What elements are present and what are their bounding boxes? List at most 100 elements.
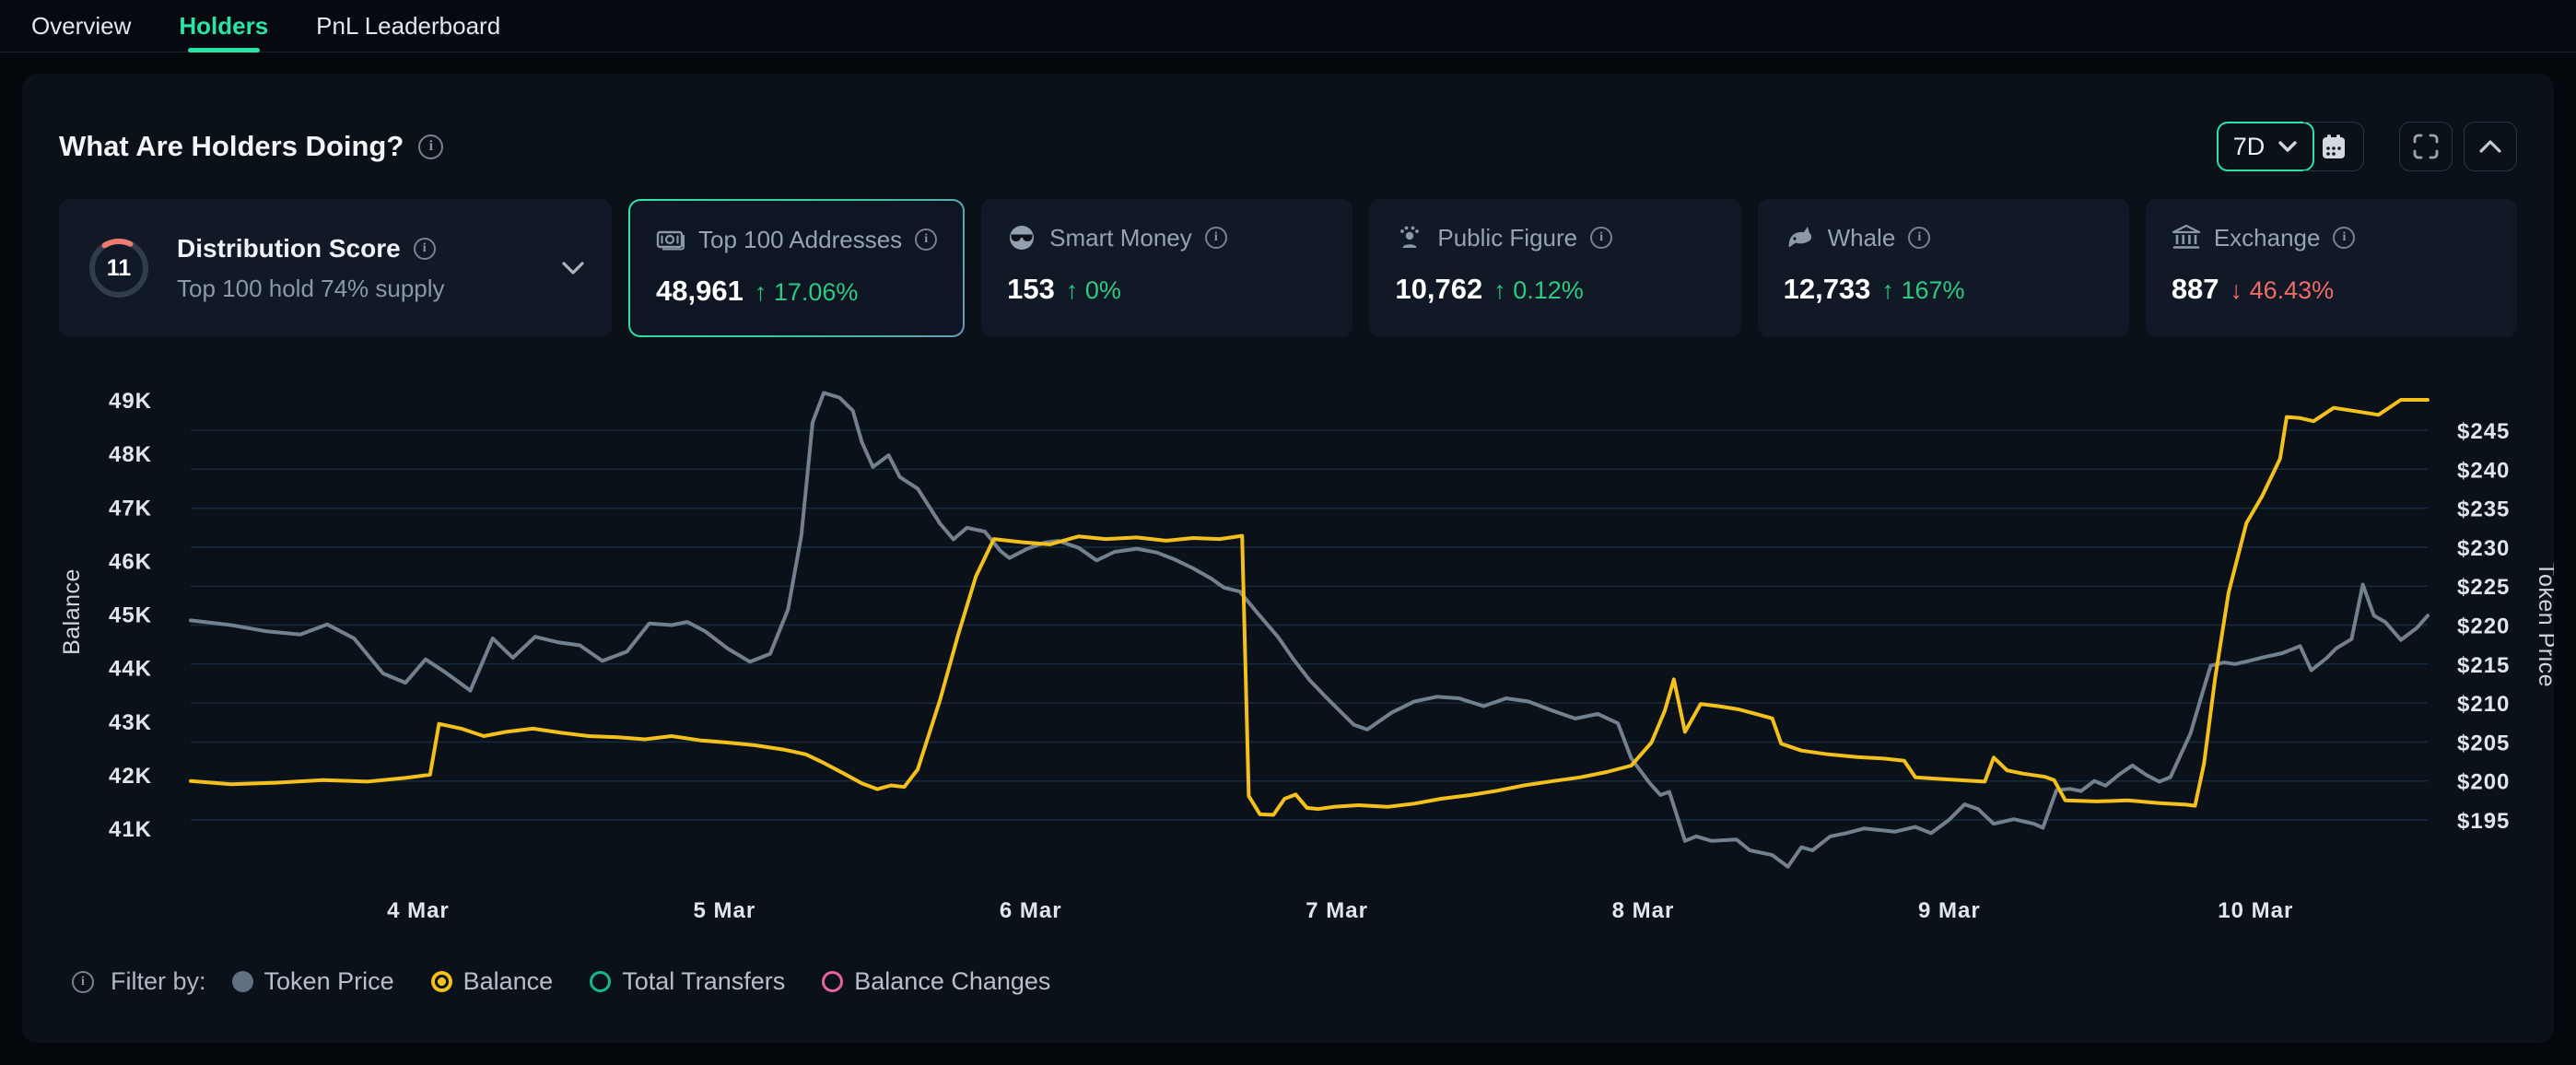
stat-card-value: 12,733 bbox=[1784, 273, 1871, 306]
svg-text:46K: 46K bbox=[109, 549, 152, 574]
svg-text:$195: $195 bbox=[2457, 809, 2510, 834]
info-icon[interactable]: i bbox=[414, 238, 436, 260]
info-icon[interactable]: i bbox=[1590, 227, 1612, 249]
holders-chart[interactable]: $245 $240 $235 $230 $225 $220 $215 $210 $205 $200… bbox=[41, 365, 2535, 954]
svg-text:$220: $220 bbox=[2457, 614, 2510, 639]
svg-text:$200: $200 bbox=[2457, 770, 2510, 795]
svg-text:48K: 48K bbox=[109, 442, 152, 467]
stat-card-change: ↑ 17.06% bbox=[755, 278, 859, 307]
svg-text:8 Mar: 8 Mar bbox=[1612, 898, 1675, 923]
info-icon[interactable]: i bbox=[72, 971, 94, 993]
stat-cards-row: 11 Distribution Score i Top 100 hold 74%… bbox=[59, 199, 2517, 337]
svg-text:47K: 47K bbox=[109, 496, 152, 521]
balance-price-line-chart[interactable]: $245 $240 $235 $230 $225 $220 $215 $210 $205 $200… bbox=[59, 365, 2554, 954]
info-icon[interactable]: i bbox=[915, 228, 937, 251]
tab-holders[interactable]: Holders bbox=[179, 0, 268, 53]
calendar-button[interactable] bbox=[2303, 122, 2364, 171]
svg-text:7 Mar: 7 Mar bbox=[1306, 898, 1368, 923]
chevron-down-icon[interactable] bbox=[560, 260, 586, 276]
chevron-up-icon bbox=[2478, 139, 2502, 154]
svg-text:42K: 42K bbox=[109, 764, 152, 789]
stat-card-change: ↑ 167% bbox=[1881, 276, 1964, 305]
svg-text:9 Mar: 9 Mar bbox=[1918, 898, 1981, 923]
selected-card-border: Top 100 Addresses i 48,961 ↑ 17.06% bbox=[628, 199, 965, 337]
chevron-down-icon bbox=[2277, 140, 2298, 153]
fullscreen-icon bbox=[2411, 132, 2441, 161]
chart-filter-row: i Filter by: Token Price Balance Total T… bbox=[59, 967, 2517, 996]
legend-balance[interactable]: Balance bbox=[431, 967, 554, 996]
token-price-marker-icon bbox=[232, 971, 253, 992]
distribution-score-value: 11 bbox=[85, 234, 153, 302]
stat-card-smart-money[interactable]: Smart Money i 153 ↑ 0% bbox=[981, 199, 1352, 337]
legend-label: Token Price bbox=[264, 967, 394, 996]
legend-label: Total Transfers bbox=[622, 967, 785, 996]
legend-balance-changes[interactable]: Balance Changes bbox=[822, 967, 1050, 996]
banknote-icon bbox=[656, 225, 685, 254]
svg-text:44K: 44K bbox=[109, 657, 152, 682]
svg-text:5 Mar: 5 Mar bbox=[693, 898, 755, 923]
info-icon[interactable]: i bbox=[418, 135, 443, 159]
stat-card-value: 153 bbox=[1007, 273, 1055, 306]
bank-icon bbox=[2172, 223, 2201, 252]
stat-card-title: Smart Money bbox=[1049, 224, 1192, 252]
legend-token-price[interactable]: Token Price bbox=[232, 967, 394, 996]
collapse-button[interactable] bbox=[2464, 122, 2517, 171]
legend-total-transfers[interactable]: Total Transfers bbox=[590, 967, 785, 996]
legend-label: Balance bbox=[463, 967, 554, 996]
svg-text:$205: $205 bbox=[2457, 731, 2510, 755]
sunglasses-face-icon bbox=[1007, 223, 1036, 252]
svg-text:43K: 43K bbox=[109, 710, 152, 735]
svg-text:$225: $225 bbox=[2457, 575, 2510, 600]
svg-text:Token Price: Token Price bbox=[2534, 562, 2554, 687]
stat-card-change: ↑ 0% bbox=[1066, 276, 1121, 305]
top-nav: Overview Holders PnL Leaderboard bbox=[0, 0, 2576, 53]
total-transfers-marker-icon bbox=[590, 971, 611, 992]
svg-text:4 Mar: 4 Mar bbox=[387, 898, 450, 923]
distribution-score-subtitle: Top 100 hold 74% supply bbox=[177, 275, 445, 303]
legend-label: Balance Changes bbox=[854, 967, 1050, 996]
info-icon[interactable]: i bbox=[1908, 227, 1930, 249]
svg-text:Balance: Balance bbox=[59, 568, 85, 655]
balance-marker-icon bbox=[431, 971, 452, 992]
svg-text:$215: $215 bbox=[2457, 653, 2510, 678]
stat-card-top-100-addresses[interactable]: Top 100 Addresses i 48,961 ↑ 17.06% bbox=[630, 201, 963, 335]
panel-header: What Are Holders Doing? i 7D bbox=[41, 122, 2535, 171]
svg-text:$210: $210 bbox=[2457, 692, 2510, 717]
info-icon[interactable]: i bbox=[2333, 227, 2355, 249]
fullscreen-button[interactable] bbox=[2399, 122, 2453, 171]
range-value: 7D bbox=[2233, 133, 2266, 161]
stat-card-public-figure[interactable]: Public Figure i 10,762 ↑ 0.12% bbox=[1369, 199, 1740, 337]
svg-text:41K: 41K bbox=[109, 817, 152, 842]
holders-activity-panel: What Are Holders Doing? i 7D bbox=[22, 74, 2554, 1043]
stat-card-value: 48,961 bbox=[656, 275, 744, 308]
distribution-score-title: Distribution Score bbox=[177, 234, 401, 263]
svg-text:$240: $240 bbox=[2457, 458, 2510, 483]
whale-icon bbox=[1784, 223, 1815, 252]
filter-by-label: Filter by: bbox=[111, 967, 206, 996]
stat-card-change: ↓ 46.43% bbox=[2231, 276, 2335, 305]
svg-text:6 Mar: 6 Mar bbox=[1000, 898, 1062, 923]
person-sparkle-icon bbox=[1395, 223, 1424, 252]
distribution-gauge: 11 bbox=[85, 234, 153, 302]
stat-card-value: 887 bbox=[2172, 273, 2219, 306]
calendar-icon bbox=[2319, 132, 2348, 161]
info-icon[interactable]: i bbox=[1205, 227, 1227, 249]
stat-card-title: Public Figure bbox=[1437, 224, 1577, 252]
stat-card-title: Exchange bbox=[2214, 224, 2321, 252]
range-dropdown[interactable]: 7D bbox=[2217, 122, 2314, 171]
svg-text:45K: 45K bbox=[109, 603, 152, 628]
svg-text:$245: $245 bbox=[2457, 419, 2510, 444]
stat-card-change: ↑ 0.12% bbox=[1493, 276, 1584, 305]
stat-card-whale[interactable]: Whale i 12,733 ↑ 167% bbox=[1758, 199, 2129, 337]
page-title: What Are Holders Doing? bbox=[59, 130, 404, 163]
stat-card-exchange[interactable]: Exchange i 887 ↓ 46.43% bbox=[2146, 199, 2517, 337]
stat-card-title: Top 100 Addresses bbox=[698, 226, 902, 254]
svg-text:$230: $230 bbox=[2457, 536, 2510, 561]
panel-controls: 7D bbox=[2217, 122, 2517, 171]
svg-text:$235: $235 bbox=[2457, 497, 2510, 522]
distribution-score-card[interactable]: 11 Distribution Score i Top 100 hold 74%… bbox=[59, 199, 612, 337]
balance-changes-marker-icon bbox=[822, 971, 843, 992]
stat-card-title: Whale bbox=[1828, 224, 1896, 252]
tab-overview[interactable]: Overview bbox=[31, 0, 131, 53]
tab-pnl-leaderboard[interactable]: PnL Leaderboard bbox=[316, 0, 500, 53]
